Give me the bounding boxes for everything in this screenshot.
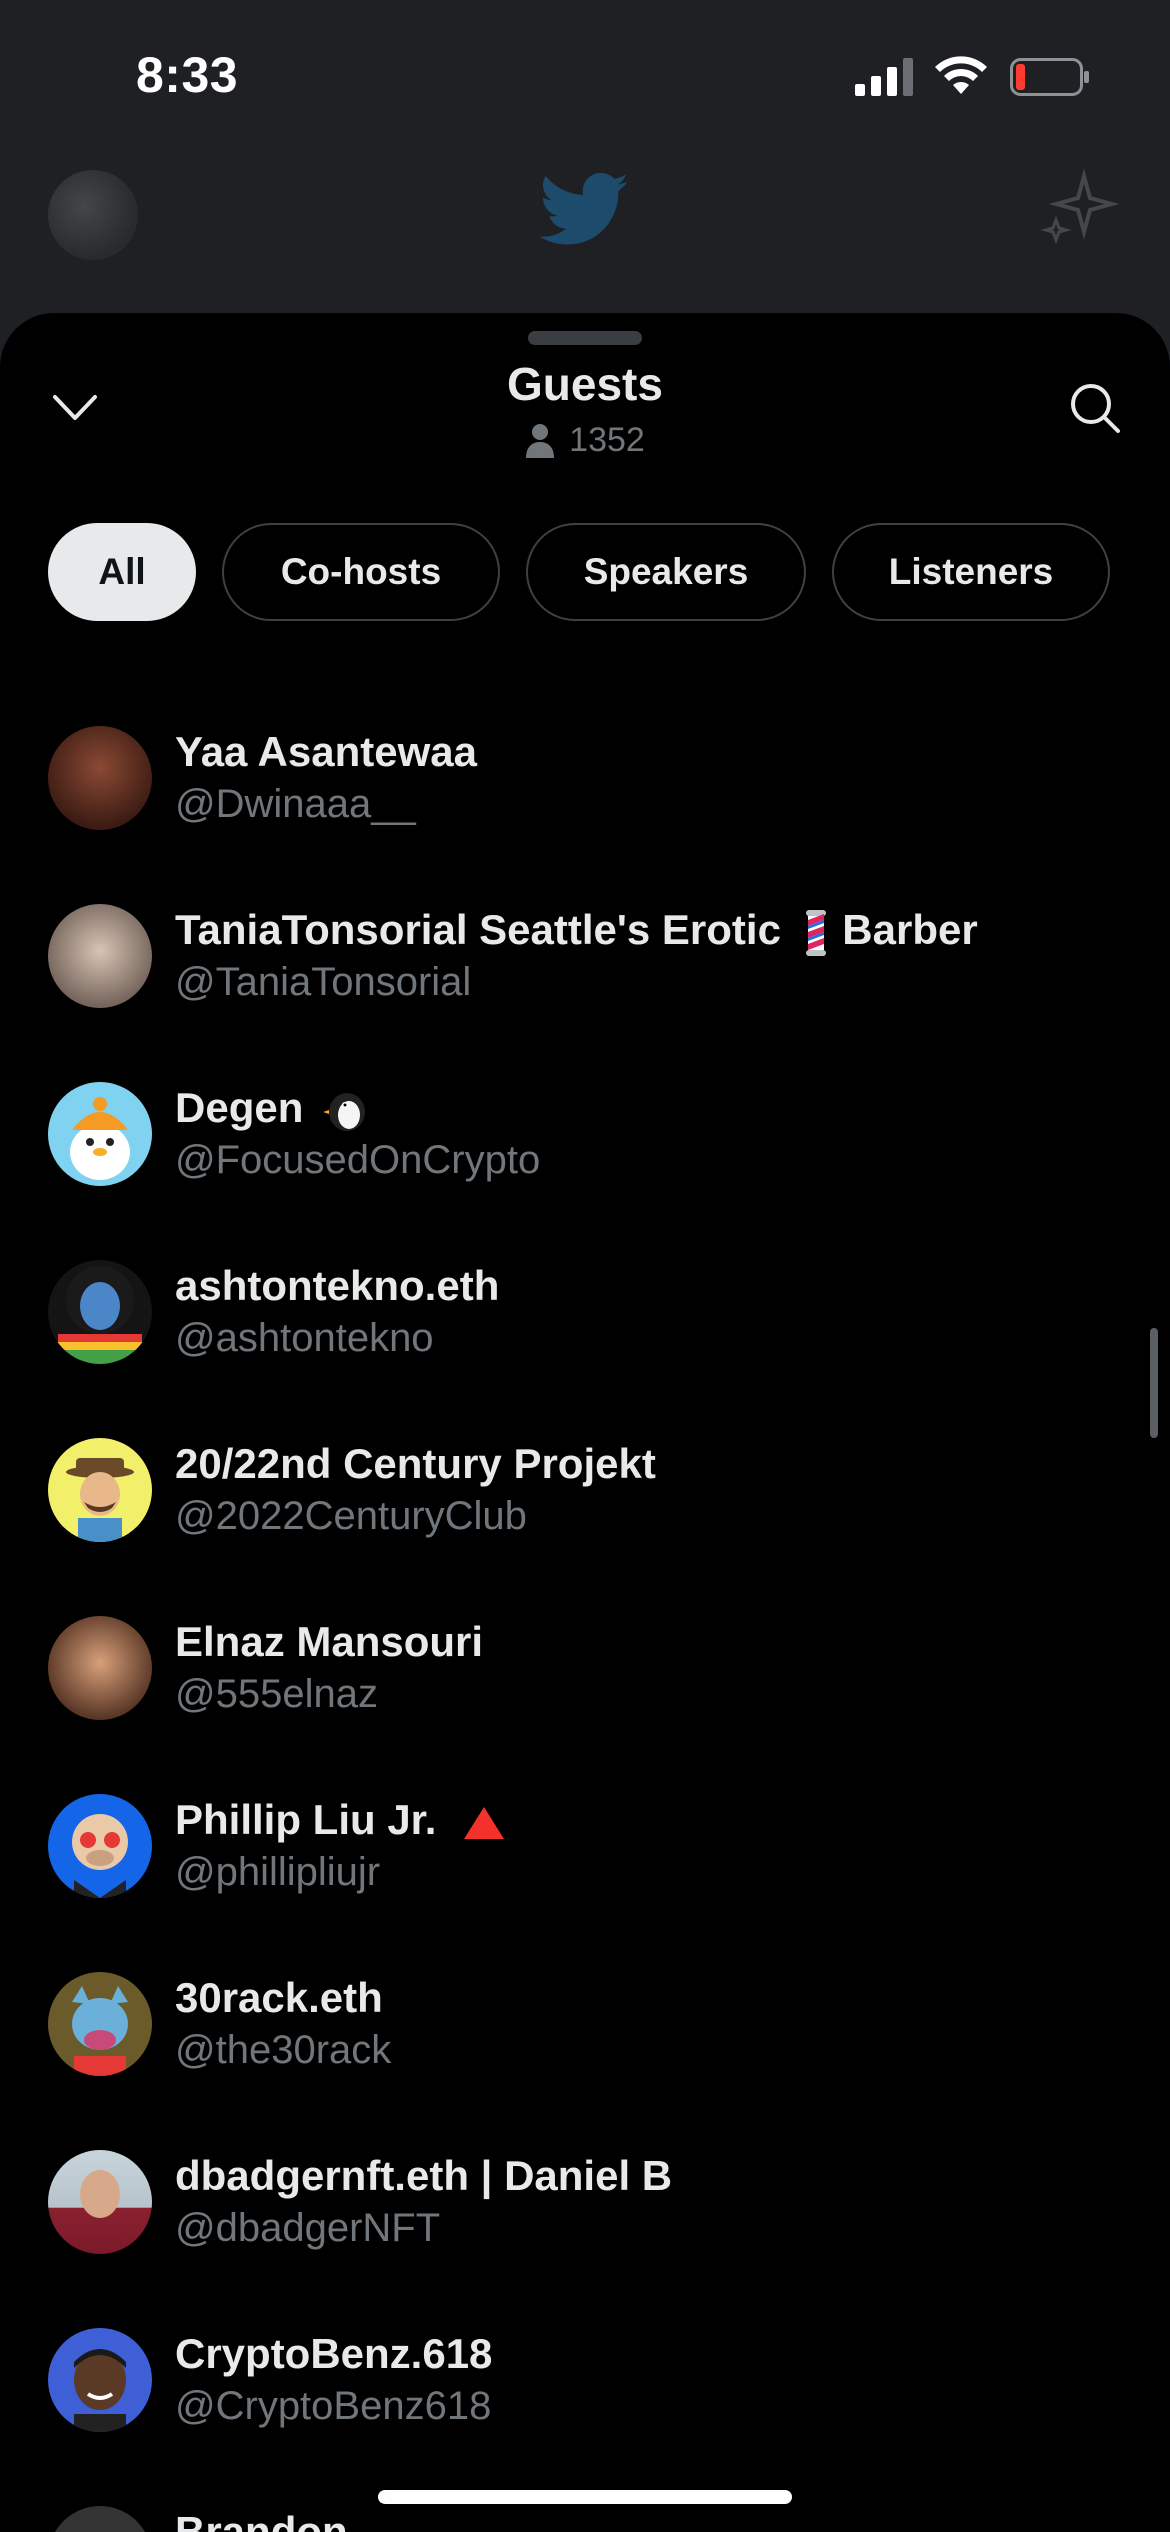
guest-name: 30rack.eth <box>175 1974 383 2021</box>
guest-row[interactable]: Yaa Asantewaa @Dwinaaa__ <box>0 696 1170 874</box>
cat-avatar-art <box>72 1986 128 2076</box>
guest-name: Degen <box>175 1084 304 1131</box>
screen: 8:33 Guests 1352 All Co-hosts Speakers L… <box>0 0 1170 2532</box>
filter-all[interactable]: All <box>48 523 196 621</box>
twitter-bird-icon <box>540 172 629 245</box>
person-icon <box>526 423 555 458</box>
guest-name: Phillip Liu Jr. <box>175 1796 437 1843</box>
guest-row[interactable]: 30rack.eth @the30rack <box>0 1942 1170 2120</box>
avatar <box>48 1438 152 1542</box>
guest-row[interactable]: CryptoBenz.618 @CryptoBenz618 <box>0 2298 1170 2476</box>
filter-speakers[interactable]: Speakers <box>526 523 806 621</box>
guest-handle: @the30rack <box>175 2028 392 2072</box>
ape-avatar-art <box>72 1814 128 1898</box>
guest-handle: @CryptoBenz618 <box>175 2384 492 2428</box>
guest-name-line: TaniaTonsorial Seattle's Erotic Barber <box>175 906 978 956</box>
guest-name: CryptoBenz.618 <box>175 2330 493 2377</box>
sparkle-icon <box>1040 168 1120 245</box>
battery-icon <box>1010 58 1089 96</box>
guest-name: ashtontekno.eth <box>175 1262 500 1309</box>
avatar <box>48 1260 152 1364</box>
red-triangle-icon <box>464 1806 505 1839</box>
guest-handle: @FocusedOnCrypto <box>175 1138 541 1182</box>
sheet-header: Guests 1352 <box>0 353 1170 473</box>
avatar <box>48 1794 152 1898</box>
guest-count-value: 1352 <box>569 421 645 459</box>
filter-tabs: All Co-hosts Speakers Listeners <box>48 523 1110 621</box>
avatar <box>48 904 152 1008</box>
avatar <box>48 726 152 830</box>
status-time: 8:33 <box>136 47 239 103</box>
cartoon-avatar-art <box>66 1458 134 1542</box>
search-button[interactable] <box>1060 373 1130 443</box>
barber-pole-icon <box>805 909 826 956</box>
guest-handle: @555elnaz <box>175 1672 378 1716</box>
penguin-icon <box>323 1092 366 1131</box>
guests-sheet: Guests 1352 All Co-hosts Speakers Listen… <box>0 313 1170 2532</box>
sheet-grabber[interactable] <box>528 331 642 345</box>
guest-row[interactable]: Degen @FocusedOnCrypto <box>0 1052 1170 1230</box>
wifi-icon <box>935 56 987 94</box>
guest-name: TaniaTonsorial Seattle's Erotic <box>175 906 781 953</box>
avatar <box>48 2150 152 2254</box>
guest-handle: @TaniaTonsorial <box>175 960 472 1004</box>
cellular-signal-icon <box>855 58 913 96</box>
avatar <box>48 2328 152 2432</box>
guest-name-line: Phillip Liu Jr. <box>175 1796 506 1844</box>
guest-row[interactable]: 20/22nd Century Projekt @2022CenturyClub <box>0 1408 1170 1586</box>
avatar <box>48 1616 152 1720</box>
guest-row[interactable]: TaniaTonsorial Seattle's Erotic Barber @… <box>0 874 1170 1052</box>
avatar <box>48 1972 152 2076</box>
guest-name-suffix: Barber <box>842 906 978 953</box>
guest-name: 20/22nd Century Projekt <box>175 1440 656 1487</box>
sheet-title: Guests <box>507 358 663 410</box>
background-app-header <box>0 150 1170 320</box>
cartoon-avatar-art <box>74 2349 126 2432</box>
status-bar: 8:33 <box>0 0 1170 150</box>
penguin-avatar-art <box>70 1097 130 1180</box>
avatar <box>48 1082 152 1186</box>
guest-name: Elnaz Mansouri <box>175 1618 484 1665</box>
guest-row[interactable]: Brandon <box>0 2476 1170 2532</box>
guest-handle: @2022CenturyClub <box>175 1494 527 1538</box>
guest-name: dbadgernft.eth | Daniel B <box>175 2152 673 2199</box>
guest-count: 1352 <box>0 421 1170 460</box>
guest-handle: @phillipliujr <box>175 1850 381 1894</box>
guest-row[interactable]: dbadgernft.eth | Daniel B @dbadgerNFT <box>0 2120 1170 2298</box>
guest-list: Yaa Asantewaa @Dwinaaa__ TaniaTonsorial … <box>0 696 1170 2532</box>
guest-row[interactable]: Phillip Liu Jr. @phillipliujr <box>0 1764 1170 1942</box>
guest-name: Brandon <box>175 2508 348 2532</box>
guest-handle: @ashtontekno <box>175 1316 434 1360</box>
home-indicator[interactable] <box>378 2490 792 2504</box>
photo-avatar-art <box>80 2170 120 2218</box>
guest-handle: @dbadgerNFT <box>175 2206 441 2250</box>
filter-listeners[interactable]: Listeners <box>832 523 1110 621</box>
guest-name-line: Degen <box>175 1084 371 1132</box>
guest-name: Yaa Asantewaa <box>175 728 477 775</box>
guest-row[interactable]: Elnaz Mansouri @555elnaz <box>0 1586 1170 1764</box>
profile-avatar <box>48 170 138 260</box>
nft-avatar-art <box>58 1266 142 1364</box>
avatar <box>48 2506 152 2532</box>
guest-row[interactable]: ashtontekno.eth @ashtontekno <box>0 1230 1170 1408</box>
guest-handle: @Dwinaaa__ <box>175 782 416 826</box>
search-icon <box>1071 384 1120 433</box>
scrollbar-thumb[interactable] <box>1150 1328 1158 1438</box>
filter-co-hosts[interactable]: Co-hosts <box>222 523 500 621</box>
